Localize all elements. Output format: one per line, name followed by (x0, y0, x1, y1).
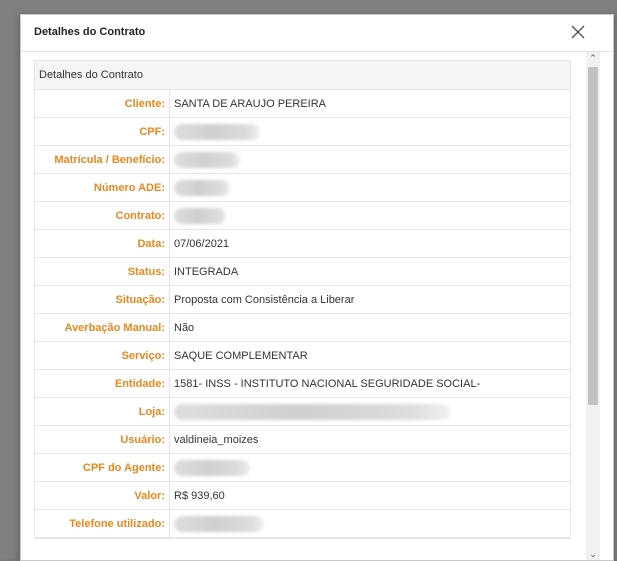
row-value (169, 397, 570, 426)
table-row-situacao: Situação: Proposta com Consistência a Li… (35, 285, 570, 314)
row-value: Proposta com Consistência a Liberar (169, 285, 570, 314)
row-label: Averbação Manual: (35, 313, 170, 342)
modal-body: Detalhes do Contrato Cliente: SANTA DE A… (21, 52, 613, 560)
row-value: 1581- INSS - INSTITUTO NACIONAL SEGURIDA… (169, 369, 570, 398)
redacted-value (174, 515, 264, 532)
row-value: Não (169, 313, 570, 342)
scroll-thumb[interactable] (588, 67, 598, 405)
redacted-value (174, 123, 260, 140)
table-row-cpf: CPF: (35, 117, 570, 146)
row-value: valdineia_moizes (169, 425, 570, 454)
scroll-down-arrow-icon[interactable]: ⌄ (586, 548, 600, 560)
row-label: Status: (35, 257, 170, 286)
table-row-cliente: Cliente: SANTA DE ARAUJO PEREIRA (35, 90, 570, 118)
row-value: 07/06/2021 (169, 229, 570, 258)
details-table: Cliente: SANTA DE ARAUJO PEREIRA CPF: Ma… (35, 90, 570, 538)
row-label: Entidade: (35, 369, 170, 398)
table-row-numero-ade: Número ADE: (35, 173, 570, 202)
details-panel: Detalhes do Contrato Cliente: SANTA DE A… (34, 60, 571, 539)
row-value: SANTA DE ARAUJO PEREIRA (169, 90, 570, 118)
row-label: CPF do Agente: (35, 453, 170, 482)
table-row-status: Status: INTEGRADA (35, 257, 570, 286)
row-label: CPF: (35, 117, 170, 146)
table-row-contrato: Contrato: (35, 201, 570, 230)
redacted-value (174, 403, 450, 420)
row-value (169, 145, 570, 174)
row-value (169, 509, 570, 538)
row-value (169, 201, 570, 230)
row-label: Data: (35, 229, 170, 258)
scroll-up-arrow-icon[interactable]: ⌃ (586, 52, 600, 64)
row-label: Telefone utilizado: (35, 509, 170, 538)
row-value: R$ 939,60 (169, 481, 570, 510)
table-row-entidade: Entidade: 1581- INSS - INSTITUTO NACIONA… (35, 369, 570, 398)
redacted-value (174, 459, 250, 476)
row-label: Serviço: (35, 341, 170, 370)
modal-title: Detalhes do Contrato (34, 26, 146, 38)
row-label: Número ADE: (35, 173, 170, 202)
row-value: SAQUE COMPLEMENTAR (169, 341, 570, 370)
close-icon (571, 25, 585, 39)
table-row-loja: Loja: (35, 397, 570, 426)
table-row-usuario: Usuário: valdineia_moizes (35, 425, 570, 454)
row-label: Cliente: (35, 90, 170, 118)
vertical-scrollbar[interactable]: ⌃ ⌄ (586, 52, 600, 560)
panel-heading: Detalhes do Contrato (35, 61, 570, 90)
table-row-valor: Valor: R$ 939,60 (35, 481, 570, 510)
close-button[interactable] (569, 23, 587, 41)
row-value (169, 173, 570, 202)
row-label: Loja: (35, 397, 170, 426)
row-value: INTEGRADA (169, 257, 570, 286)
contract-details-modal: Detalhes do Contrato Detalhes do Contrat… (20, 14, 614, 561)
table-row-matricula: Matrícula / Benefício: (35, 145, 570, 174)
row-value (169, 453, 570, 482)
table-row-servico: Serviço: SAQUE COMPLEMENTAR (35, 341, 570, 370)
redacted-value (174, 207, 226, 224)
redacted-value (174, 179, 230, 196)
row-label: Situação: (35, 285, 170, 314)
table-row-cpf-agente: CPF do Agente: (35, 453, 570, 482)
row-label: Contrato: (35, 201, 170, 230)
table-row-data: Data: 07/06/2021 (35, 229, 570, 258)
row-value (169, 117, 570, 146)
table-row-telefone: Telefone utilizado: (35, 509, 570, 538)
table-row-averbacao: Averbação Manual: Não (35, 313, 570, 342)
row-label: Matrícula / Benefício: (35, 145, 170, 174)
row-label: Usuário: (35, 425, 170, 454)
redacted-value (174, 151, 240, 168)
modal-header: Detalhes do Contrato (21, 15, 613, 52)
row-label: Valor: (35, 481, 170, 510)
